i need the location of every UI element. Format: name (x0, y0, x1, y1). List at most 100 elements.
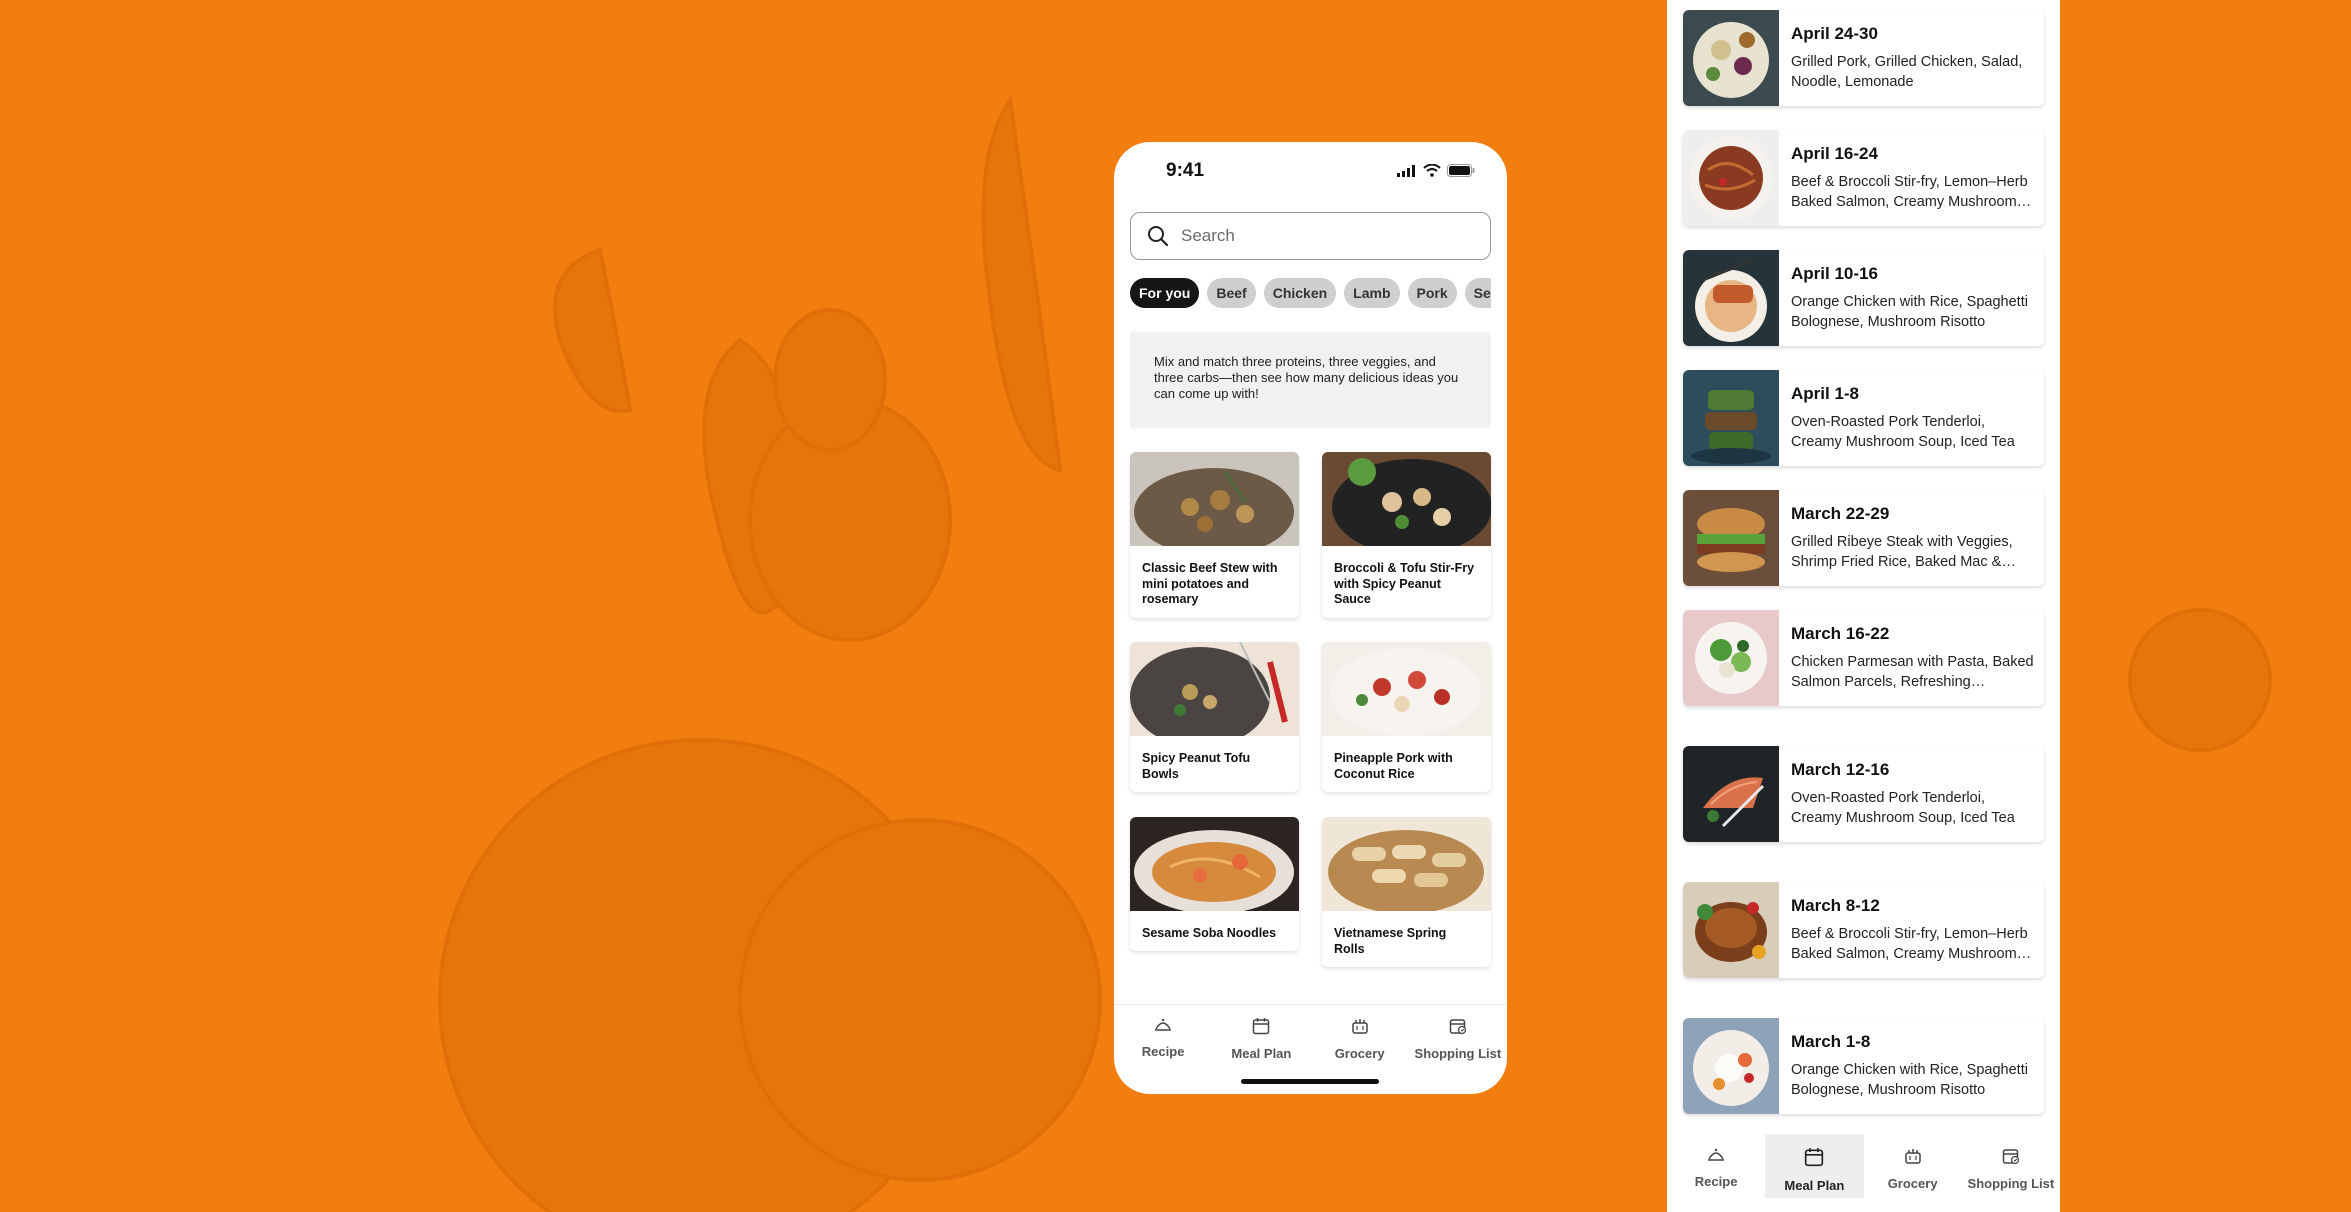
meal-plan-item[interactable]: March 12-16 Oven-Roasted Pork Tenderloi,… (1683, 746, 2044, 842)
tab-label: Shopping List (1414, 1046, 1502, 1061)
recipe-title: Sesame Soba Noodles (1142, 926, 1277, 940)
meal-plan-thumbnail (1683, 10, 1779, 106)
calendar-icon (1804, 1147, 1824, 1172)
meal-plan-item[interactable]: April 16-24 Beef & Broccoli Stir-fry, Le… (1683, 130, 2044, 226)
meal-plan-date: April 24-30 (1791, 24, 1878, 43)
meal-plan-description: Beef & Broccoli Stir-fry, Lemon–Herb Bak… (1791, 926, 2028, 962)
basket-icon (1351, 1017, 1369, 1040)
meal-plan-date: April 16-24 (1791, 144, 1878, 163)
tab-meal-plan[interactable]: Meal Plan (1765, 1134, 1864, 1198)
chip-lamb[interactable]: Lamb (1344, 278, 1400, 308)
meal-plan-date: March 16-22 (1791, 624, 1890, 643)
meal-plan-screen: April 24-30 Grilled Pork, Grilled Chicke… (1667, 0, 2060, 1212)
recipe-title: Classic Beef Stew with mini potatoes and… (1142, 561, 1278, 606)
tab-grocery[interactable]: Grocery (1311, 1005, 1409, 1064)
meal-plan-item[interactable]: April 1-8 Oven-Roasted Pork Tenderloi, C… (1683, 370, 2044, 466)
recipe-card[interactable]: Pineapple Pork with Coconut Rice (1322, 642, 1491, 792)
search-bar[interactable] (1130, 212, 1491, 260)
meal-plan-item[interactable]: April 24-30 Grilled Pork, Grilled Chicke… (1683, 10, 2044, 106)
tab-shopping-list[interactable]: Shopping List (1962, 1134, 2060, 1198)
recipe-title: Broccoli & Tofu Stir-Fry with Spicy Pean… (1334, 561, 1475, 606)
basket-icon (1904, 1147, 1922, 1170)
meal-plan-date: March 12-16 (1791, 760, 1890, 779)
search-input[interactable] (1181, 226, 1461, 246)
recipe-card[interactable]: Vietnamese Spring Rolls (1322, 817, 1491, 967)
recipe-card[interactable]: Sesame Soba Noodles (1130, 817, 1299, 951)
recipe-image (1130, 642, 1299, 747)
recipe-image (1322, 642, 1491, 736)
tab-meal-plan[interactable]: Meal Plan (1212, 1005, 1310, 1064)
meal-plan-description: Oven-Roasted Pork Tenderloi, Creamy Mush… (1791, 790, 2015, 826)
status-icons (1397, 163, 1475, 182)
recipe-image (1322, 817, 1491, 914)
signal-icon (1397, 164, 1417, 182)
recipe-image (1130, 817, 1299, 914)
tab-label: Meal Plan (1231, 1046, 1292, 1061)
phone-recipe-screen: 9:41 For you Beef Chicken Lamb Pork Seaf… (1114, 142, 1507, 1094)
cloche-icon (1707, 1147, 1725, 1168)
meal-plan-description: Oven-Roasted Pork Tenderloi, Creamy Mush… (1791, 414, 2015, 450)
chip-for-you[interactable]: For you (1130, 278, 1200, 308)
meal-plan-description: Chicken Parmesan with Pasta, Baked Salmo… (1791, 654, 2034, 690)
tab-grocery[interactable]: Grocery (1864, 1134, 1962, 1198)
meal-plan-item[interactable]: March 16-22 Chicken Parmesan with Pasta,… (1683, 610, 2044, 706)
calendar-icon (1252, 1017, 1270, 1040)
tab-label: Shopping List (1967, 1176, 2055, 1191)
meal-plan-description: Grilled Pork, Grilled Chicken, Salad, No… (1791, 54, 2023, 90)
meal-plan-item[interactable]: April 10-16 Orange Chicken with Rice, Sp… (1683, 250, 2044, 346)
chip-seafood[interactable]: Seafood (1464, 278, 1491, 308)
category-chips: For you Beef Chicken Lamb Pork Seafood (1130, 278, 1491, 310)
meal-plan-description: Beef & Broccoli Stir-fry, Lemon–Herb Bak… (1791, 174, 2028, 210)
meal-plan-date: March 1-8 (1791, 1032, 1871, 1051)
meal-plan-thumbnail (1683, 130, 1779, 226)
meal-plan-thumbnail (1683, 882, 1779, 978)
meal-plan-description: Grilled Ribeye Steak with Veggies, Shrim… (1791, 534, 2013, 570)
home-indicator (1241, 1079, 1379, 1084)
bottom-tab-bar: Recipe Meal Plan Grocery Shopping List (1114, 1004, 1507, 1064)
meal-plan-thumbnail (1683, 1018, 1779, 1114)
chip-chicken[interactable]: Chicken (1263, 278, 1337, 308)
status-bar: 9:41 (1114, 142, 1507, 202)
meal-plan-thumbnail (1683, 250, 1779, 346)
wifi-icon (1423, 163, 1441, 182)
list-calendar-icon (2002, 1147, 2020, 1170)
meal-plan-thumbnail (1683, 490, 1779, 586)
meal-plan-item[interactable]: March 8-12 Beef & Broccoli Stir-fry, Lem… (1683, 882, 2044, 978)
chip-pork[interactable]: Pork (1407, 278, 1457, 308)
recipe-card[interactable]: Broccoli & Tofu Stir-Fry with Spicy Pean… (1322, 452, 1491, 618)
meal-plan-date: April 10-16 (1791, 264, 1878, 283)
tab-label: Grocery (1887, 1176, 1938, 1191)
tab-recipe[interactable]: Recipe (1667, 1134, 1765, 1198)
tab-label: Meal Plan (1784, 1178, 1845, 1193)
recipe-card[interactable]: Classic Beef Stew with mini potatoes and… (1130, 452, 1299, 618)
recipe-title: Pineapple Pork with Coconut Rice (1334, 751, 1453, 781)
list-calendar-icon (1449, 1017, 1467, 1040)
recipe-title: Vietnamese Spring Rolls (1334, 926, 1447, 956)
meal-plan-item[interactable]: March 22-29 Grilled Ribeye Steak with Ve… (1683, 490, 2044, 586)
tab-shopping-list[interactable]: Shopping List (1409, 1005, 1507, 1064)
meal-plan-description: Orange Chicken with Rice, Spaghetti Bolo… (1791, 294, 2028, 330)
meal-plan-description: Orange Chicken with Rice, Spaghetti Bolo… (1791, 1062, 2028, 1098)
tab-label: Recipe (1694, 1174, 1738, 1189)
meal-plan-thumbnail (1683, 610, 1779, 706)
recipe-card[interactable]: Spicy Peanut Tofu Bowls (1130, 642, 1299, 792)
search-icon (1147, 225, 1169, 247)
meal-plan-thumbnail (1683, 746, 1779, 842)
tab-recipe[interactable]: Recipe (1114, 1005, 1212, 1064)
bottom-tab-bar: Recipe Meal Plan Grocery Shopping List (1667, 1134, 2060, 1198)
meal-plan-date: March 22-29 (1791, 504, 1890, 523)
meal-plan-date: April 1-8 (1791, 384, 1860, 403)
battery-icon (1447, 164, 1475, 182)
recipe-title: Spicy Peanut Tofu Bowls (1142, 751, 1251, 781)
recipe-image (1322, 452, 1491, 555)
status-time: 9:41 (1166, 160, 1205, 181)
tab-label: Recipe (1141, 1044, 1185, 1059)
info-banner: Mix and match three proteins, three vegg… (1130, 332, 1491, 428)
tab-label: Grocery (1334, 1046, 1385, 1061)
meal-plan-item[interactable]: March 1-8 Orange Chicken with Rice, Spag… (1683, 1018, 2044, 1114)
chip-beef[interactable]: Beef (1207, 278, 1256, 308)
meal-plan-date: March 8-12 (1791, 896, 1880, 915)
cloche-icon (1154, 1017, 1172, 1038)
recipe-image (1130, 452, 1299, 556)
meal-plan-thumbnail (1683, 370, 1779, 466)
